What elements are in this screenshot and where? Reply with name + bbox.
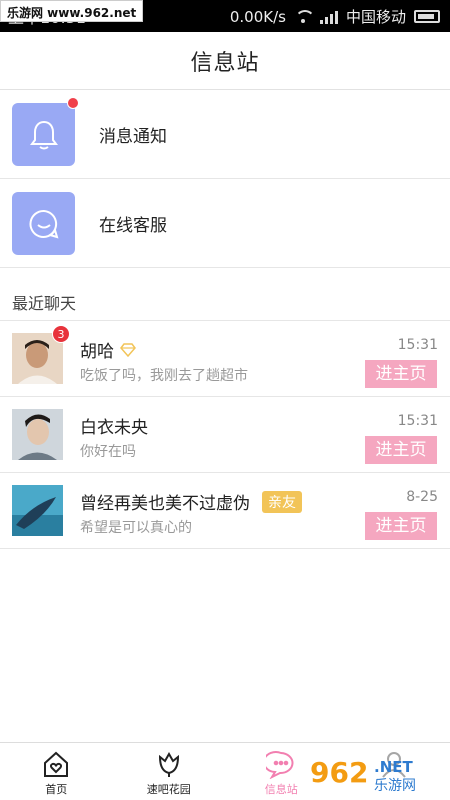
watermark-top: 乐游网 www.962.net [0, 0, 144, 22]
visit-homepage-button[interactable]: 进主页 [365, 436, 437, 464]
service-notifications[interactable]: 消息通知 [0, 91, 450, 179]
battery-icon [414, 10, 440, 23]
relation-tag: 亲友 [262, 490, 302, 513]
contact-name: 曾经再美也美不过虚伪 [80, 494, 250, 514]
nav-home[interactable]: 首页 [0, 743, 113, 800]
avatar[interactable] [12, 409, 63, 460]
carrier-name: 中国移动 [345, 8, 406, 26]
chat-bubble-icon [266, 751, 294, 779]
nav-garden[interactable]: 速吧花园 [113, 743, 226, 800]
watermark-logo: 962 .NET 乐游网 [304, 750, 444, 796]
status-indicators: 0.00K/s 中国移动 [230, 6, 440, 27]
svg-text:962: 962 [310, 756, 368, 789]
message-time: 15:31 [397, 413, 438, 429]
last-message: 希望是可以真心的 [80, 520, 192, 536]
service-label: 消息通知 [99, 127, 167, 147]
last-message: 吃饭了吗，我刚去了趟超市 [80, 368, 248, 384]
contact-name: 白衣未央 [80, 418, 148, 438]
chat-name: 曾经再美也美不过虚伪 亲友 [80, 489, 302, 514]
status-bar: 上午10:51 乐游网 www.962.net 0.00K/s 中国移动 [0, 0, 450, 32]
last-message: 你好在吗 [80, 444, 136, 460]
message-time: 15:31 [397, 337, 438, 353]
unread-dot [67, 97, 79, 109]
nav-label: 首页 [45, 783, 68, 796]
service-label: 在线客服 [99, 216, 167, 236]
visit-homepage-button[interactable]: 进主页 [365, 512, 437, 540]
nav-label: 速吧花园 [146, 783, 191, 796]
contact-name: 胡哈 [80, 342, 114, 362]
chat-row[interactable]: 3 胡哈 吃饭了吗，我刚去了趟超市 15:31 进主页 [0, 321, 450, 397]
home-heart-icon [44, 751, 69, 777]
page-header: 信息站 [0, 32, 450, 90]
section-title-recent: 最近聊天 [12, 294, 77, 313]
unread-count-badge: 3 [52, 325, 70, 343]
svg-text:乐游网: 乐游网 [374, 778, 416, 794]
bell-icon [12, 97, 79, 166]
page-title: 信息站 [190, 50, 260, 76]
chat-smile-icon [12, 192, 75, 255]
chat-name: 白衣未央 [80, 413, 148, 438]
service-online-support[interactable]: 在线客服 [0, 180, 450, 268]
visit-homepage-button[interactable]: 进主页 [365, 360, 437, 388]
chat-name: 胡哈 [80, 337, 136, 362]
svg-text:.NET: .NET [374, 758, 413, 776]
chat-row[interactable]: 白衣未央 你好在吗 15:31 进主页 [0, 397, 450, 473]
tulip-icon [158, 751, 179, 777]
signal-icon [319, 10, 338, 24]
avatar[interactable] [12, 485, 63, 536]
nav-label: 信息站 [264, 783, 298, 796]
diamond-icon [120, 342, 136, 357]
chat-row[interactable]: 曾经再美也美不过虚伪 亲友 希望是可以真心的 8-25 进主页 [0, 473, 450, 549]
message-time: 8-25 [406, 489, 438, 505]
network-speed: 0.00K/s [229, 7, 286, 26]
wifi-icon [294, 9, 315, 24]
